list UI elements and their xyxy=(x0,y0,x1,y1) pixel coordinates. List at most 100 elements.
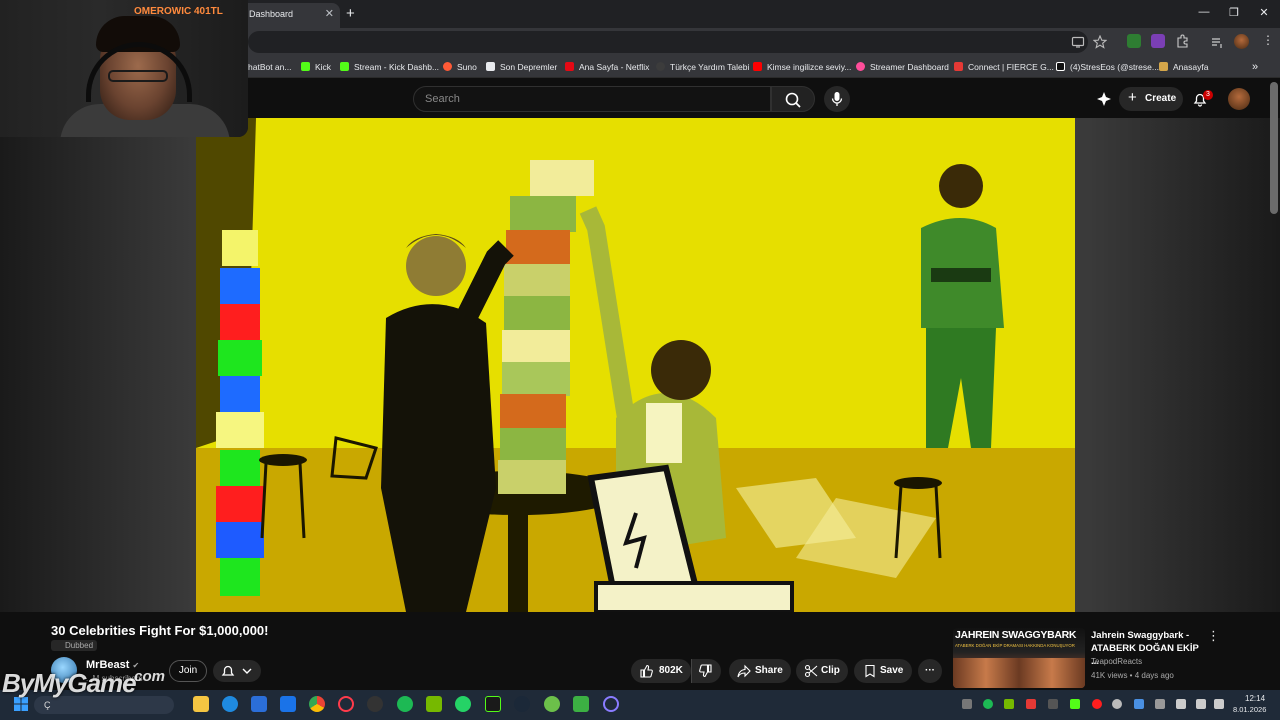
bookmarks-overflow-icon[interactable]: » xyxy=(1252,56,1258,78)
tray-chevron-icon[interactable] xyxy=(962,699,972,709)
bookmark-item[interactable]: Anasayfa xyxy=(1159,56,1208,78)
bookmark-item[interactable]: Connect | FIERCE G... xyxy=(954,56,1054,78)
bookmark-item[interactable]: Suno xyxy=(443,56,477,78)
kick-app-icon[interactable] xyxy=(485,696,501,712)
search-input[interactable]: Search xyxy=(413,86,771,112)
opera-icon[interactable] xyxy=(338,696,354,712)
chrome-icon[interactable] xyxy=(309,696,325,712)
video-frame xyxy=(196,118,1075,612)
bookmark-star-icon[interactable] xyxy=(1093,35,1107,49)
whatsapp-icon[interactable] xyxy=(455,696,471,712)
bell-icon xyxy=(221,665,252,676)
media-controls-icon[interactable] xyxy=(1210,35,1224,49)
extensions-puzzle-icon[interactable] xyxy=(1175,34,1189,48)
create-button[interactable]: + Create xyxy=(1119,87,1183,111)
page-scrollbar[interactable] xyxy=(1270,82,1278,214)
bookmark-item[interactable]: Stream - Kick Dashb... xyxy=(340,56,439,78)
save-button[interactable]: Save xyxy=(854,659,912,683)
extension-purple-icon[interactable] xyxy=(1151,34,1165,48)
netflix-icon xyxy=(565,62,574,71)
clock-time[interactable]: 12:14 xyxy=(1245,694,1265,703)
close-window-button[interactable]: ✕ xyxy=(1254,6,1274,19)
browser-tab[interactable]: k Dashboard ✕ xyxy=(236,3,340,28)
volume-icon[interactable] xyxy=(1214,699,1224,709)
chrome-menu-icon[interactable]: ⋮ xyxy=(1262,33,1274,47)
tab-close-icon[interactable]: ✕ xyxy=(325,3,334,25)
recommended-video-thumbnail[interactable]: JAHREIN SWAGGYBARK ATABERK DOĞAN EKİP DR… xyxy=(953,628,1085,688)
like-button[interactable]: 802K xyxy=(631,659,691,683)
bookmark-item[interactable]: Ana Sayfa - Netflix xyxy=(565,56,649,78)
fierce-icon xyxy=(954,62,963,71)
spotify-icon[interactable] xyxy=(397,696,413,712)
network-icon[interactable] xyxy=(1196,699,1206,709)
restore-button[interactable]: ❐ xyxy=(1224,6,1244,19)
clock-date[interactable]: 8.01.2026 xyxy=(1233,705,1266,714)
scissors-icon xyxy=(804,664,818,678)
dashboard-icon xyxy=(856,62,865,71)
dislike-button[interactable] xyxy=(691,659,721,683)
discord-icon[interactable] xyxy=(544,696,560,712)
search-button[interactable] xyxy=(771,86,815,112)
dubbed-badge: Dubbed xyxy=(51,640,98,651)
file-explorer-icon[interactable] xyxy=(193,696,209,712)
tray-app-icon[interactable] xyxy=(1070,699,1080,709)
thumbnail-people xyxy=(953,658,1085,688)
more-actions-button[interactable]: ··· xyxy=(918,659,942,683)
minecraft-icon[interactable] xyxy=(573,696,589,712)
recommended-meta: 41K views • 4 days ago xyxy=(1091,671,1174,680)
bookmark-item[interactable]: Kimse ingilizce seviy... xyxy=(753,56,851,78)
store-icon[interactable] xyxy=(251,696,267,712)
suno-icon xyxy=(443,62,452,71)
nvidia-icon[interactable] xyxy=(426,696,442,712)
obs-icon[interactable] xyxy=(603,696,619,712)
clip-button[interactable]: Clip xyxy=(796,659,848,683)
subscribe-notifications-button[interactable] xyxy=(213,660,261,682)
windows-start-icon[interactable] xyxy=(14,697,28,711)
bookmark-item[interactable]: Kick xyxy=(301,56,331,78)
join-button[interactable]: Join xyxy=(169,660,207,682)
bookmark-item[interactable]: Streamer Dashboard xyxy=(856,56,949,78)
github-icon xyxy=(656,62,665,71)
new-tab-button[interactable]: + xyxy=(346,5,355,22)
bookmark-item[interactable]: Türkçe Yardım Talebi xyxy=(656,56,749,78)
tray-app-icon[interactable] xyxy=(1048,699,1058,709)
video-player[interactable] xyxy=(196,118,1075,612)
notification-count-badge: 3 xyxy=(1203,90,1213,100)
tray-app-icon[interactable] xyxy=(1134,699,1144,709)
stream-watermark: ByMyGame xyxy=(2,668,137,698)
steam-icon[interactable] xyxy=(514,696,530,712)
account-avatar[interactable] xyxy=(1228,88,1250,110)
extension-shield-icon[interactable] xyxy=(1127,34,1141,48)
tray-app-icon[interactable] xyxy=(1155,699,1165,709)
recommendation-menu-icon[interactable]: ⋮ xyxy=(1207,628,1220,644)
stream-watermark-suffix: .com xyxy=(130,668,166,685)
kick-icon xyxy=(340,62,349,71)
video-title: 30 Celebrities Fight For $1,000,000! xyxy=(51,623,269,638)
bookmark-item[interactable]: (4)StresEos (@strese... xyxy=(1056,56,1159,78)
bookmark-item[interactable]: hatBot an... xyxy=(248,56,291,78)
recommended-channel[interactable]: TeapodReacts xyxy=(1091,657,1142,666)
minimize-button[interactable]: — xyxy=(1194,6,1214,18)
share-icon xyxy=(737,664,751,678)
tray-steam-icon[interactable] xyxy=(1112,699,1122,709)
tray-app-icon[interactable] xyxy=(1026,699,1036,709)
install-app-icon[interactable] xyxy=(1071,35,1085,49)
bookmark-item[interactable]: Son Depremler xyxy=(486,56,557,78)
microphone-tray-icon[interactable] xyxy=(1176,699,1186,709)
tray-spotify-icon[interactable] xyxy=(983,699,993,709)
tiktok-icon xyxy=(1056,62,1065,71)
profile-avatar[interactable] xyxy=(1234,34,1249,49)
tab-title: k Dashboard xyxy=(242,9,294,19)
tray-record-icon[interactable] xyxy=(1092,699,1102,709)
edge-icon[interactable] xyxy=(222,696,238,712)
microphone-icon xyxy=(831,92,843,106)
omnibox[interactable] xyxy=(248,31,1088,53)
github-desktop-icon[interactable] xyxy=(367,696,383,712)
tray-nvidia-icon[interactable] xyxy=(1004,699,1014,709)
voice-search-button[interactable] xyxy=(824,86,850,112)
share-button[interactable]: Share xyxy=(729,659,791,683)
gemini-sparkle-icon[interactable] xyxy=(1096,91,1112,107)
mail-icon[interactable] xyxy=(280,696,296,712)
webcam-overlay xyxy=(0,0,248,137)
thumbs-down-icon xyxy=(699,664,712,678)
